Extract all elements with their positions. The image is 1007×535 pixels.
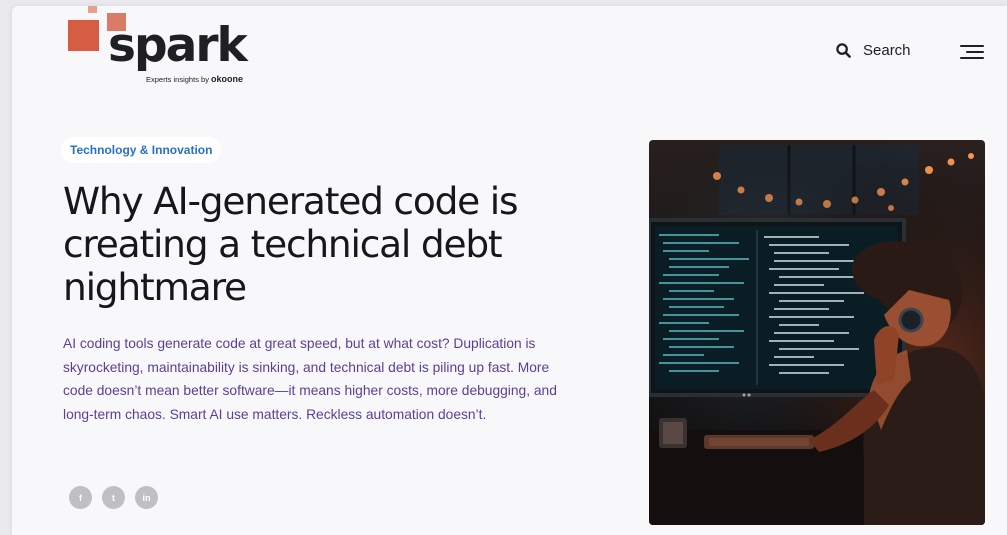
page: spark Experts insights by okoone Search … — [12, 6, 1007, 535]
search-label: Search — [863, 42, 911, 59]
facebook-icon[interactable]: f — [69, 486, 92, 509]
twitter-icon[interactable]: t — [102, 486, 125, 509]
article-title: Why AI-generated code is creating a tech… — [63, 179, 519, 309]
hamburger-menu-icon[interactable] — [960, 43, 984, 61]
logo-wordmark: spark — [108, 18, 248, 73]
category-tag[interactable]: Technology & Innovation — [61, 137, 222, 163]
developer-at-monitor-illustration — [649, 140, 985, 525]
linkedin-icon[interactable]: in — [135, 486, 158, 509]
logo-square-small — [88, 6, 97, 13]
logo-square-large — [68, 20, 99, 51]
hero-image — [649, 140, 985, 525]
search-icon — [836, 43, 851, 58]
spark-logo[interactable]: spark Experts insights by okoone — [68, 6, 268, 86]
article-excerpt: AI coding tools generate code at great s… — [63, 336, 557, 422]
logo-tagline: Experts insights by okoone — [146, 74, 244, 84]
search-button[interactable]: Search — [836, 42, 911, 59]
share-buttons: f t in — [69, 486, 158, 509]
